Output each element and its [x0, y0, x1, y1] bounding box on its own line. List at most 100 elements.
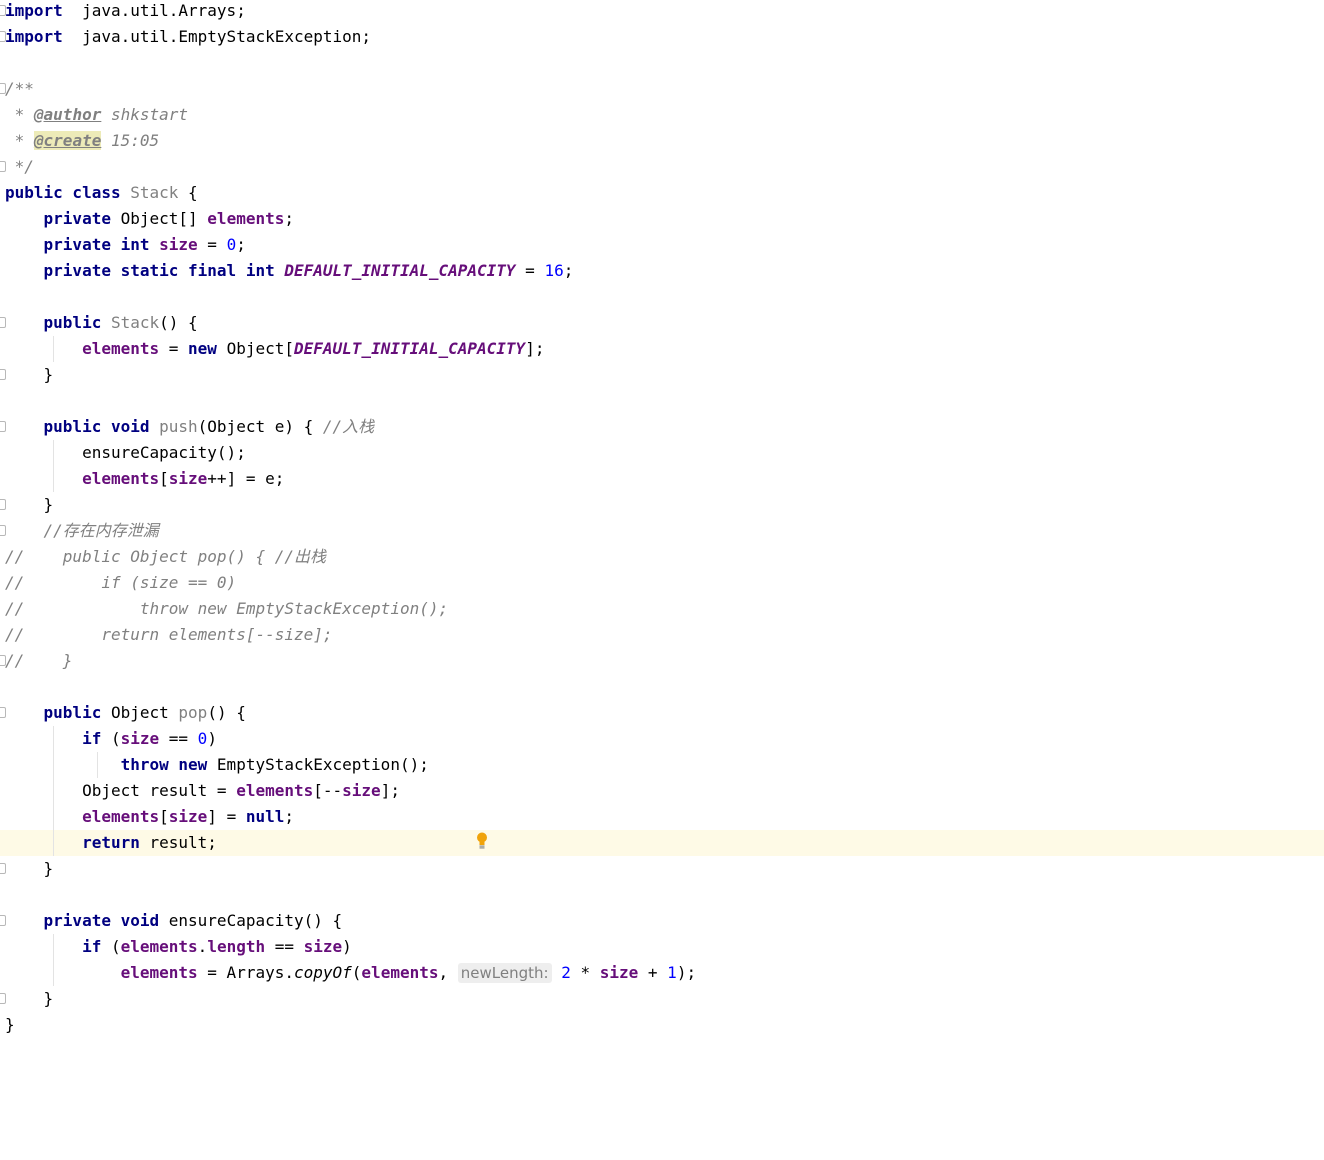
- fold-marker-icon[interactable]: [0, 707, 6, 718]
- code-line[interactable]: // }: [0, 648, 1324, 674]
- code-line[interactable]: private int size = 0;: [0, 232, 1324, 258]
- code-line[interactable]: elements[size++] = e;: [0, 466, 1324, 492]
- code-token: (Object e) {: [197, 417, 323, 436]
- code-line[interactable]: private static final int DEFAULT_INITIAL…: [0, 258, 1324, 284]
- code-line-text: // public Object pop() { //出栈: [5, 544, 326, 570]
- code-line[interactable]: }: [0, 856, 1324, 882]
- code-token: *: [5, 105, 34, 124]
- fold-marker-icon[interactable]: [0, 499, 6, 510]
- code-line[interactable]: if (size == 0): [0, 726, 1324, 752]
- code-token: =: [159, 339, 189, 358]
- code-line[interactable]: private Object[] elements;: [0, 206, 1324, 232]
- code-line[interactable]: // return elements[--size];: [0, 622, 1324, 648]
- code-line[interactable]: elements = new Object[DEFAULT_INITIAL_CA…: [0, 336, 1324, 362]
- code-line[interactable]: //存在内存泄漏: [0, 518, 1324, 544]
- code-line[interactable]: import java.util.EmptyStackException;: [0, 24, 1324, 50]
- code-line[interactable]: throw new EmptyStackException();: [0, 752, 1324, 778]
- code-token: () {: [159, 313, 198, 332]
- code-token: // }: [5, 651, 73, 670]
- code-line-text: throw new EmptyStackException();: [5, 752, 429, 778]
- code-line[interactable]: [0, 674, 1324, 700]
- code-line[interactable]: // throw new EmptyStackException();: [0, 596, 1324, 622]
- code-token: length: [207, 937, 266, 956]
- code-line[interactable]: if (elements.length == size): [0, 934, 1324, 960]
- code-line-text: /**: [5, 76, 34, 102]
- fold-marker-icon[interactable]: [0, 5, 6, 16]
- code-line[interactable]: * @create 15:05: [0, 128, 1324, 154]
- code-line[interactable]: }: [0, 492, 1324, 518]
- code-line-text: }: [5, 362, 54, 388]
- code-token: Object: [110, 703, 179, 722]
- code-line[interactable]: public void push(Object e) { //入栈: [0, 414, 1324, 440]
- code-token: (: [110, 729, 121, 748]
- code-line[interactable]: private void ensureCapacity() {: [0, 908, 1324, 934]
- code-line[interactable]: // if (size == 0): [0, 570, 1324, 596]
- code-line-current[interactable]: return result;: [0, 830, 1324, 856]
- fold-marker-icon[interactable]: [0, 863, 6, 874]
- code-line-text: public void push(Object e) { //入栈: [5, 414, 375, 440]
- code-line[interactable]: [0, 50, 1324, 76]
- fold-marker-icon[interactable]: [0, 161, 6, 172]
- code-token: java.util.Arrays;: [62, 1, 246, 20]
- code-line[interactable]: }: [0, 362, 1324, 388]
- fold-marker-icon[interactable]: [0, 525, 6, 536]
- code-line[interactable]: public class Stack {: [0, 180, 1324, 206]
- code-line[interactable]: */: [0, 154, 1324, 180]
- fold-marker-icon[interactable]: [0, 915, 6, 926]
- code-line[interactable]: public Object pop() {: [0, 700, 1324, 726]
- code-line[interactable]: [0, 882, 1324, 908]
- code-token: ,: [438, 963, 458, 982]
- code-token: copyOf: [293, 963, 352, 982]
- code-line[interactable]: * @author shkstart: [0, 102, 1324, 128]
- code-token: Stack: [110, 313, 160, 332]
- fold-marker-icon[interactable]: [0, 369, 6, 380]
- code-token: 15:05: [101, 131, 160, 150]
- fold-marker-icon[interactable]: [0, 993, 6, 1004]
- code-token: Object[]: [120, 209, 208, 228]
- code-token: // if (size == 0): [5, 573, 237, 592]
- code-line-text: import java.util.Arrays;: [5, 0, 246, 24]
- code-token: ];: [525, 339, 545, 358]
- code-token: 2: [561, 963, 571, 982]
- code-token: [: [159, 469, 169, 488]
- code-line[interactable]: [0, 388, 1324, 414]
- code-editor[interactable]: import java.util.Arrays; import java.util…: [0, 0, 1324, 1160]
- code-line[interactable]: }: [0, 1012, 1324, 1038]
- fold-marker-icon[interactable]: [0, 317, 6, 328]
- code-line[interactable]: /**: [0, 76, 1324, 102]
- fold-marker-icon[interactable]: [0, 655, 6, 666]
- code-token: DEFAULT_INITIAL_CAPACITY: [294, 339, 526, 358]
- code-token: private static final int: [43, 261, 285, 280]
- code-token: throw new: [120, 755, 217, 774]
- fold-marker-icon[interactable]: [0, 421, 6, 432]
- code-line-text: * @author shkstart: [5, 102, 188, 128]
- code-line-text: elements[size++] = e;: [5, 466, 284, 492]
- code-line-text: ensureCapacity();: [5, 440, 246, 466]
- code-token: ensureCapacity();: [5, 443, 246, 462]
- code-line[interactable]: elements[size] = null;: [0, 804, 1324, 830]
- lightbulb-icon[interactable]: [476, 832, 488, 850]
- code-line-text: if (size == 0): [5, 726, 217, 752]
- code-line[interactable]: // public Object pop() { //出栈: [0, 544, 1324, 570]
- code-token: public: [43, 313, 111, 332]
- code-token: (: [351, 963, 362, 982]
- code-token: elements: [82, 469, 160, 488]
- code-line[interactable]: [0, 284, 1324, 310]
- indent-guide: [53, 934, 54, 986]
- fold-marker-icon[interactable]: [0, 83, 6, 94]
- code-token: ];: [380, 781, 400, 800]
- code-line[interactable]: public Stack() {: [0, 310, 1324, 336]
- code-token: }: [5, 365, 54, 384]
- code-line[interactable]: Object result = elements[--size];: [0, 778, 1324, 804]
- code-line[interactable]: ensureCapacity();: [0, 440, 1324, 466]
- code-token: ;: [236, 235, 246, 254]
- fold-marker-icon[interactable]: [0, 31, 6, 42]
- code-line[interactable]: import java.util.Arrays;: [0, 0, 1324, 24]
- code-line[interactable]: elements = Arrays.copyOf(elements, newLe…: [0, 960, 1324, 986]
- code-line[interactable]: }: [0, 986, 1324, 1012]
- code-token: if: [82, 729, 111, 748]
